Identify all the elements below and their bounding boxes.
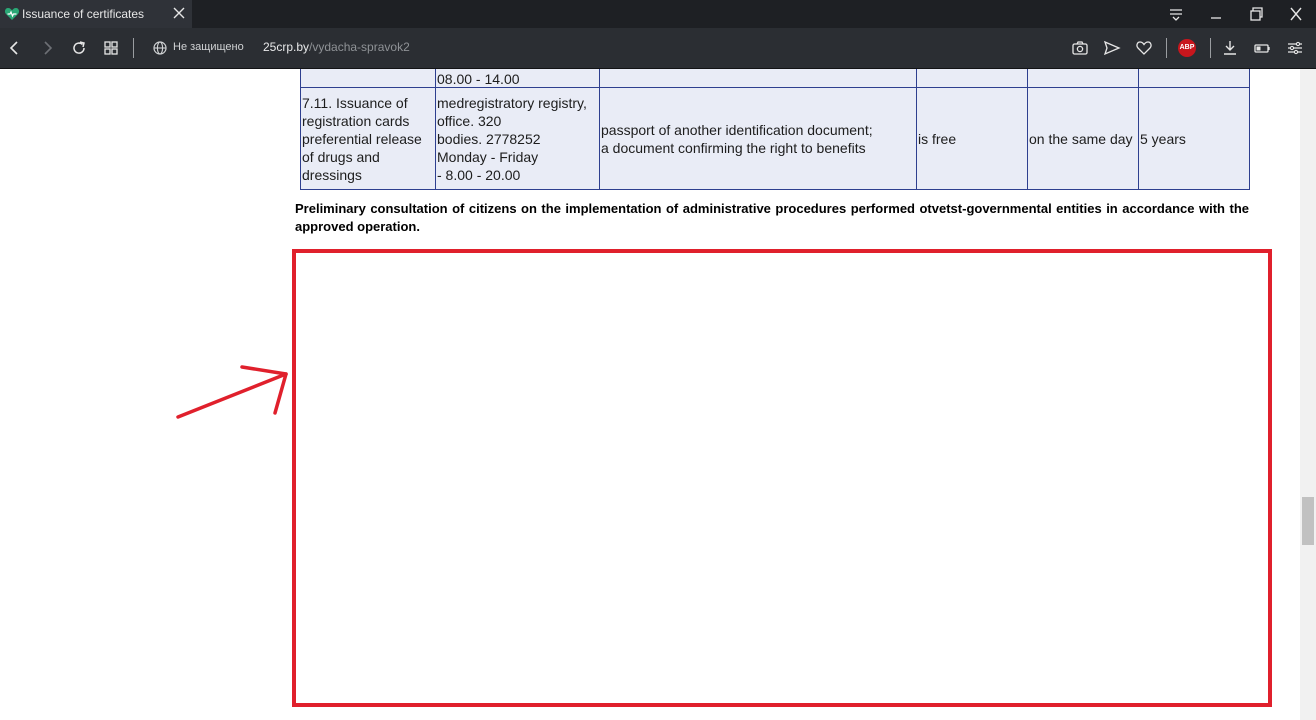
toolbar-divider	[133, 38, 134, 58]
annotation-highlight-box	[292, 249, 1272, 707]
scrollbar-thumb[interactable]	[1302, 497, 1314, 545]
page-viewport: 08.00 - 14.00 7.11. Issuance of registra…	[0, 69, 1300, 720]
url-domain: 25crp.by	[263, 40, 310, 54]
back-icon[interactable]	[5, 38, 25, 58]
heart-icon[interactable]	[1134, 38, 1154, 58]
term-text: on the same day	[1029, 130, 1133, 147]
battery-icon[interactable]	[1252, 38, 1272, 58]
browser-tab[interactable]: Issuance of certificates	[0, 0, 192, 28]
office-line: - 8.00 - 20.00	[437, 166, 521, 183]
camera-icon[interactable]	[1070, 38, 1090, 58]
table-row: 08.00 - 14.00	[300, 69, 1250, 88]
validity-cell: 5 years	[1138, 87, 1250, 190]
office-line: Monday - Friday	[437, 148, 539, 165]
procedure-name: 7.11. Issuance of registration cards pre…	[302, 94, 422, 183]
table-cell	[1138, 69, 1250, 88]
send-icon[interactable]	[1102, 38, 1122, 58]
table-row: 7.11. Issuance of registration cards pre…	[300, 87, 1250, 190]
heart-favicon-icon	[4, 8, 20, 20]
security-status-label[interactable]: Не защищено	[173, 41, 244, 53]
globe-icon[interactable]	[150, 38, 170, 58]
navigation-bar: Не защищено 25crp.by/vydacha-spravok2	[0, 28, 1316, 69]
validity-text: 5 years	[1140, 130, 1186, 147]
speed-dial-icon[interactable]	[101, 38, 121, 58]
office-line: office. 320	[437, 112, 502, 129]
hours-text: 08.00 - 14.00	[437, 71, 520, 87]
tab-title: Issuance of certificates	[22, 7, 145, 21]
close-tab-icon[interactable]	[170, 4, 188, 22]
consultation-paragraph: Preliminary consultation of citizens on …	[295, 201, 1249, 234]
table-cell	[300, 69, 436, 88]
procedure-name-cell: 7.11. Issuance of registration cards pre…	[300, 87, 436, 190]
restore-icon[interactable]	[1245, 4, 1267, 24]
vertical-scrollbar[interactable]	[1300, 69, 1316, 720]
download-icon[interactable]	[1220, 38, 1240, 58]
documents-line: passport of another identification docum…	[601, 121, 873, 138]
procedures-table: 08.00 - 14.00 7.11. Issuance of registra…	[300, 69, 1250, 190]
fee-text: is free	[918, 130, 957, 147]
minimize-icon[interactable]	[1205, 4, 1227, 24]
table-cell	[916, 69, 1028, 88]
office-cell: medregistratory registry, office. 320 bo…	[435, 87, 600, 190]
address-field[interactable]: 25crp.by/vydacha-spravok2	[263, 40, 410, 54]
tab-menu-icon[interactable]	[1165, 4, 1187, 24]
documents-line: a document confirming the right to benef…	[601, 139, 866, 156]
documents-cell: passport of another identification docum…	[599, 87, 917, 190]
reload-icon[interactable]	[69, 38, 89, 58]
close-window-icon[interactable]	[1285, 4, 1307, 24]
easy-setup-icon[interactable]	[1285, 38, 1305, 58]
term-cell: on the same day	[1027, 87, 1139, 190]
forward-icon[interactable]	[37, 38, 57, 58]
title-bar: Issuance of certificates	[0, 0, 1316, 28]
table-cell: 08.00 - 14.00	[435, 69, 600, 88]
adblock-icon[interactable]: ABP	[1178, 39, 1196, 57]
toolbar-divider	[1166, 38, 1167, 58]
url-path: /vydacha-spravok2	[309, 40, 410, 54]
table-cell	[599, 69, 917, 88]
office-line: bodies. 2778252	[437, 130, 541, 147]
office-line: medregistratory registry,	[437, 94, 587, 111]
toolbar-divider	[1210, 38, 1211, 58]
table-cell	[1027, 69, 1139, 88]
fee-cell: is free	[916, 87, 1028, 190]
annotation-arrow-icon	[176, 365, 288, 419]
